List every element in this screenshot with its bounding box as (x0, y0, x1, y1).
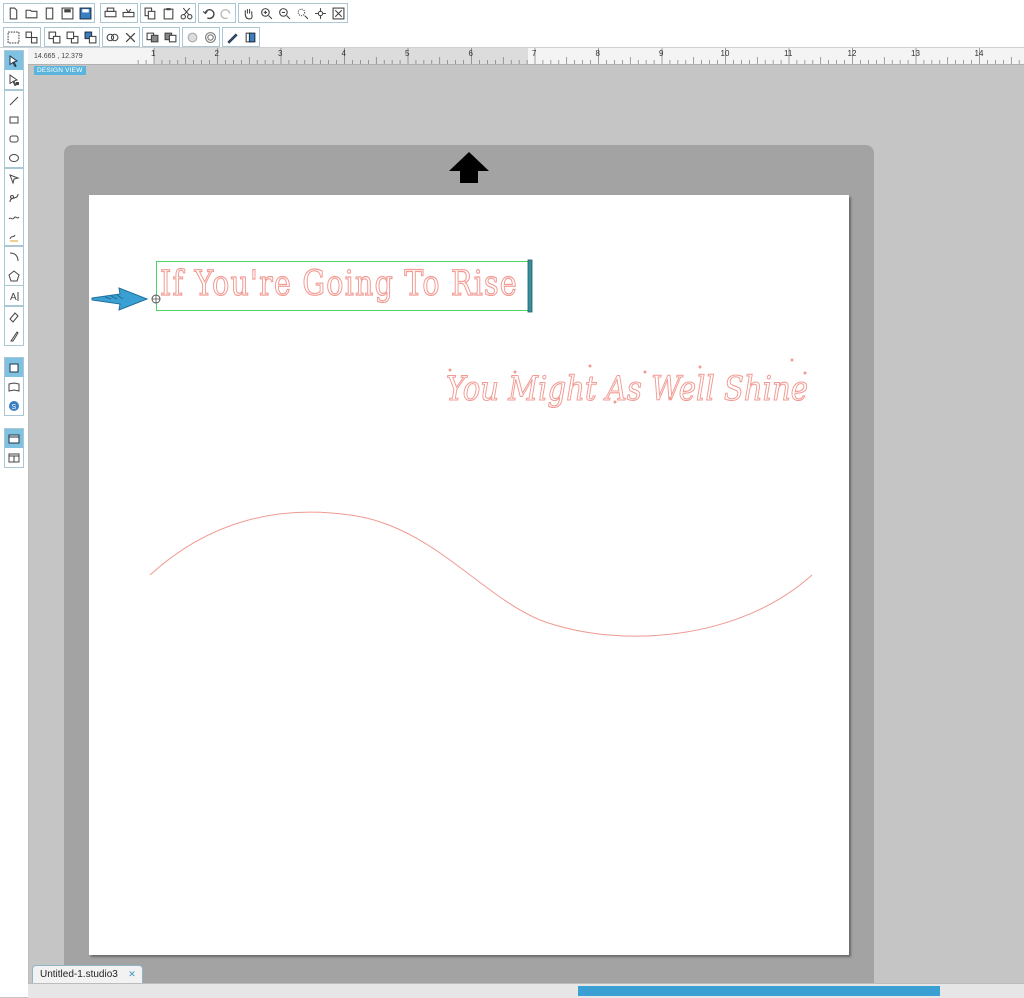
replicate-icon[interactable] (241, 28, 259, 46)
left-toolbar: A S (0, 48, 29, 997)
fill-icon[interactable] (183, 28, 201, 46)
design-page-icon[interactable] (5, 358, 23, 377)
draw-tools (4, 168, 24, 246)
ruler-number: 4 (341, 49, 346, 58)
edit-tools (102, 27, 140, 47)
split-view-icon[interactable] (5, 448, 23, 467)
open-file-icon[interactable] (40, 4, 58, 22)
knife-tool-icon[interactable] (5, 326, 23, 345)
zoom-out-icon[interactable] (275, 4, 293, 22)
online-store-icon[interactable]: S (5, 396, 23, 415)
document-tab-label: Untitled-1.studio3 (40, 969, 118, 980)
zoom-in-icon[interactable] (257, 4, 275, 22)
trace-icon[interactable] (223, 28, 241, 46)
close-x-icon[interactable]: ✕ (128, 966, 136, 983)
duplicate-icon[interactable] (103, 28, 121, 46)
arc-tools (4, 246, 24, 286)
history-tools-group (198, 3, 236, 23)
cut-tools (4, 306, 24, 346)
fit-to-page-icon[interactable] (329, 4, 347, 22)
bring-forward-icon[interactable] (45, 28, 63, 46)
rectangle-tool-icon[interactable] (5, 110, 23, 129)
effect-tools (182, 27, 220, 47)
copy-icon[interactable] (141, 4, 159, 22)
line-tool-icon[interactable] (5, 91, 23, 110)
ruler-number: 12 (847, 49, 857, 58)
cut-icon[interactable] (177, 4, 195, 22)
paste-in-front-icon[interactable] (81, 28, 99, 46)
clipboard-tools-group (140, 3, 196, 23)
scrollbar-thumb[interactable] (578, 986, 940, 996)
zoom-selection-icon[interactable] (293, 4, 311, 22)
document-tab[interactable]: Untitled-1.studio3 ✕ (32, 965, 143, 983)
panel-tools: S (4, 357, 24, 416)
design-view-badge: DESIGN VIEW (34, 66, 86, 75)
open-folder-icon[interactable] (22, 4, 40, 22)
weld-icon[interactable] (143, 28, 161, 46)
file-tools-group (3, 3, 95, 23)
text-tools: A (4, 285, 24, 306)
shape-tools (4, 90, 24, 168)
ruler-number: 5 (405, 49, 410, 58)
horizontal-ruler[interactable]: 1 2 3 4 5 6 7 8 9 10 11 12 13 14 (28, 48, 1024, 65)
print-icon[interactable] (101, 4, 119, 22)
trace-tools (222, 27, 260, 47)
main-toolbar (0, 0, 1024, 25)
drag-zoom-icon[interactable] (311, 4, 329, 22)
paste-icon[interactable] (159, 4, 177, 22)
ruler-number: 1 (151, 49, 156, 58)
view-tools-group (238, 3, 348, 23)
undo-icon[interactable] (199, 4, 217, 22)
curve-tool-icon[interactable] (5, 188, 23, 207)
polygon-tool-icon[interactable] (5, 169, 23, 188)
send-to-cutter-icon[interactable] (119, 4, 137, 22)
offset-icon[interactable] (161, 28, 179, 46)
line-style-icon[interactable] (201, 28, 219, 46)
ruler-number: 6 (468, 49, 473, 58)
ruler-ticks (137, 48, 1020, 64)
design-page[interactable] (89, 195, 849, 955)
object-toolbar (0, 24, 1024, 48)
output-tools-group (100, 3, 138, 23)
group-tools (3, 27, 41, 47)
send-backward-icon[interactable] (63, 28, 81, 46)
rounded-rectangle-tool-icon[interactable] (5, 129, 23, 148)
svg-text:S: S (12, 404, 17, 411)
save-icon[interactable] (58, 4, 76, 22)
ruler-number: 10 (720, 49, 730, 58)
save-as-icon[interactable] (76, 4, 94, 22)
ruler-number: 11 (784, 49, 793, 58)
eraser-tool-icon[interactable] (5, 307, 23, 326)
pan-hand-icon[interactable] (239, 4, 257, 22)
horizontal-scrollbar[interactable] (28, 983, 1024, 998)
modify-tools (142, 27, 180, 47)
smooth-freehand-tool-icon[interactable] (5, 226, 23, 245)
ruler-number: 8 (595, 49, 600, 58)
ruler-number: 3 (278, 49, 283, 58)
regular-polygon-tool-icon[interactable] (5, 266, 23, 285)
ruler-number: 7 (532, 49, 537, 58)
ellipse-tool-icon[interactable] (5, 148, 23, 167)
ruler-number: 13 (911, 49, 920, 58)
group-icon[interactable] (4, 28, 22, 46)
text-tool-icon[interactable]: A (5, 286, 23, 305)
select-icon[interactable] (5, 51, 23, 70)
point-edit-icon[interactable] (5, 70, 23, 89)
new-document-icon[interactable] (4, 4, 22, 22)
redo-icon[interactable] (217, 4, 235, 22)
cursor-coordinates: 14.665 , 12.379 (34, 53, 83, 60)
delete-icon[interactable] (121, 28, 139, 46)
ruler-number: 2 (214, 49, 219, 58)
freehand-tool-icon[interactable] (5, 207, 23, 226)
svg-text:A: A (10, 292, 17, 302)
arc-tool-icon[interactable] (5, 247, 23, 266)
ungroup-icon[interactable] (22, 28, 40, 46)
arrange-tools (44, 27, 100, 47)
ruler-number: 14 (974, 49, 984, 58)
selection-tools (4, 50, 24, 90)
ruler-number: 9 (659, 49, 664, 58)
library-icon[interactable] (5, 377, 23, 396)
view-layout-tools (4, 428, 24, 468)
single-view-icon[interactable] (5, 429, 23, 448)
